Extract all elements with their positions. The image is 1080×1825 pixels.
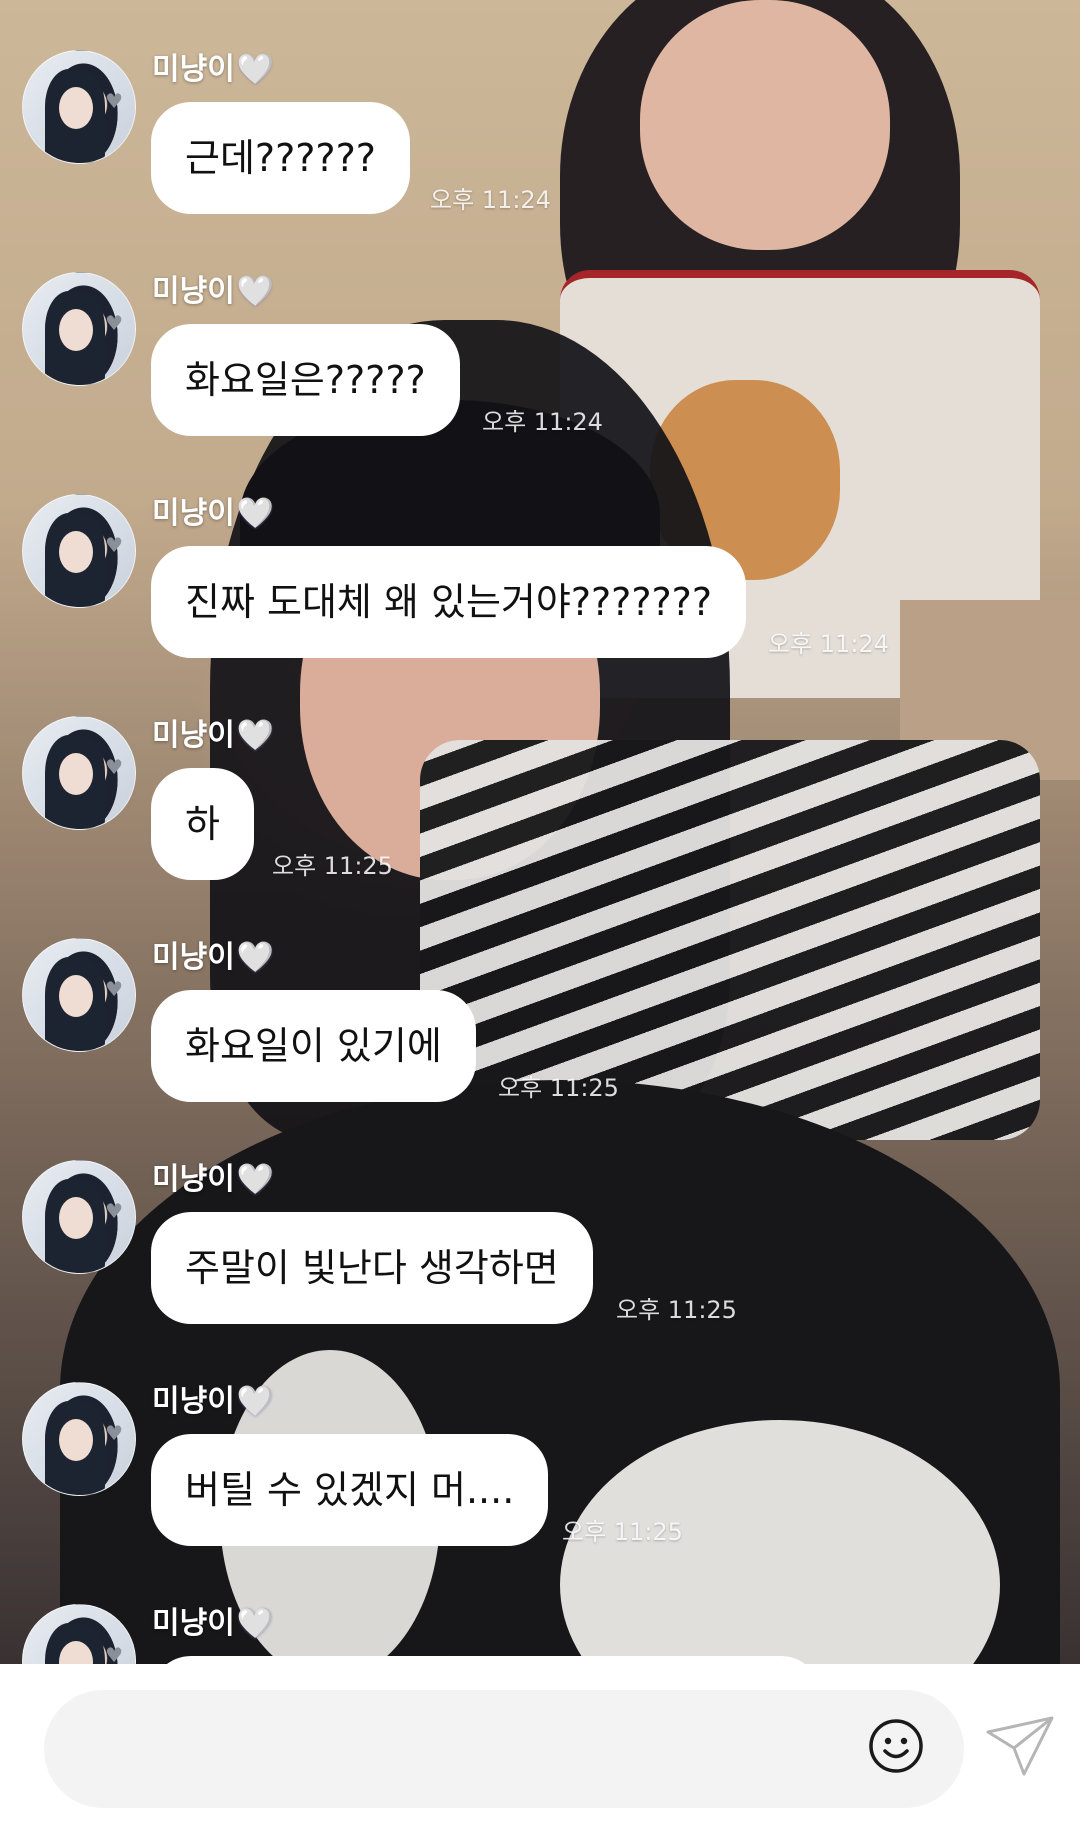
- heart-icon: 🤍: [236, 718, 275, 753]
- message-input[interactable]: [44, 1690, 964, 1808]
- heart-icon: 🤍: [236, 274, 275, 309]
- message-bubble[interactable]: 버틸 수 있겠지 머....: [151, 1434, 549, 1546]
- avatar[interactable]: ♥: [22, 716, 136, 830]
- message-time: 오후 11:24: [482, 408, 603, 436]
- message-time: 오후 11:25: [498, 1074, 619, 1102]
- sender-name: 미냥이🤍: [152, 1384, 275, 1419]
- message-bubble[interactable]: 주말이 빛난다 생각하면: [151, 1212, 593, 1324]
- message-bubble[interactable]: 화요일이 있기에: [151, 990, 476, 1102]
- message-bubble[interactable]: 화요일은?????: [151, 324, 460, 436]
- sender-name: 미냥이🤍: [152, 496, 275, 531]
- smiley-icon[interactable]: [868, 1718, 924, 1774]
- heart-icon: 🤍: [236, 1384, 275, 1419]
- avatar[interactable]: ♥: [22, 938, 136, 1052]
- message-row: ♥ 미냥이🤍 주말이 빛난다 생각하면 오후 11:25: [0, 1110, 1080, 1332]
- avatar[interactable]: ♥: [22, 1160, 136, 1274]
- sender-name: 미냥이🤍: [152, 52, 275, 87]
- avatar[interactable]: ♥: [22, 494, 136, 608]
- message-bubble[interactable]: 하: [151, 768, 254, 880]
- heart-icon: 🤍: [236, 940, 275, 975]
- sender-name: 미냥이🤍: [152, 1606, 275, 1641]
- chat-message-list[interactable]: ♥ 미냥이🤍 근데?????? 오후 11:24 ♥ 미냥이🤍 화요일은????…: [0, 0, 1080, 1664]
- avatar[interactable]: ♥: [22, 1604, 136, 1664]
- message-row: ♥ 미냥이🤍: [0, 1554, 1080, 1664]
- heart-icon: 🤍: [236, 1162, 275, 1197]
- sender-name: 미냥이🤍: [152, 1162, 275, 1197]
- message-time: 오후 11:25: [272, 852, 393, 880]
- avatar[interactable]: ♥: [22, 50, 136, 164]
- heart-icon: 🤍: [236, 1606, 275, 1641]
- sender-name: 미냥이🤍: [152, 718, 275, 753]
- avatar[interactable]: ♥: [22, 1382, 136, 1496]
- message-row: ♥ 미냥이🤍 화요일이 있기에 오후 11:25: [0, 888, 1080, 1110]
- avatar[interactable]: ♥: [22, 272, 136, 386]
- message-row: ♥ 미냥이🤍 근데?????? 오후 11:24: [0, 0, 1080, 222]
- paper-plane-icon[interactable]: [984, 1714, 1056, 1778]
- message-time: 오후 11:24: [430, 186, 551, 214]
- sender-name: 미냥이🤍: [152, 274, 275, 309]
- message-time: 오후 11:24: [768, 630, 889, 658]
- message-time: 오후 11:25: [562, 1518, 683, 1546]
- message-bubble[interactable]: 진짜 도대체 왜 있는거야???????: [151, 546, 747, 658]
- message-bubble[interactable]: 근데??????: [151, 102, 410, 214]
- message-bubble[interactable]: [151, 1656, 821, 1664]
- sender-name: 미냥이🤍: [152, 940, 275, 975]
- message-row: ♥ 미냥이🤍 화요일은????? 오후 11:24: [0, 222, 1080, 444]
- heart-icon: 🤍: [236, 52, 275, 87]
- message-row: ♥ 미냥이🤍 버틸 수 있겠지 머.... 오후 11:25: [0, 1332, 1080, 1554]
- message-row: ♥ 미냥이🤍 진짜 도대체 왜 있는거야??????? 오후 11:24: [0, 444, 1080, 666]
- heart-icon: 🤍: [236, 496, 275, 531]
- message-row: ♥ 미냥이🤍 하 오후 11:25: [0, 666, 1080, 888]
- message-time: 오후 11:25: [616, 1296, 737, 1324]
